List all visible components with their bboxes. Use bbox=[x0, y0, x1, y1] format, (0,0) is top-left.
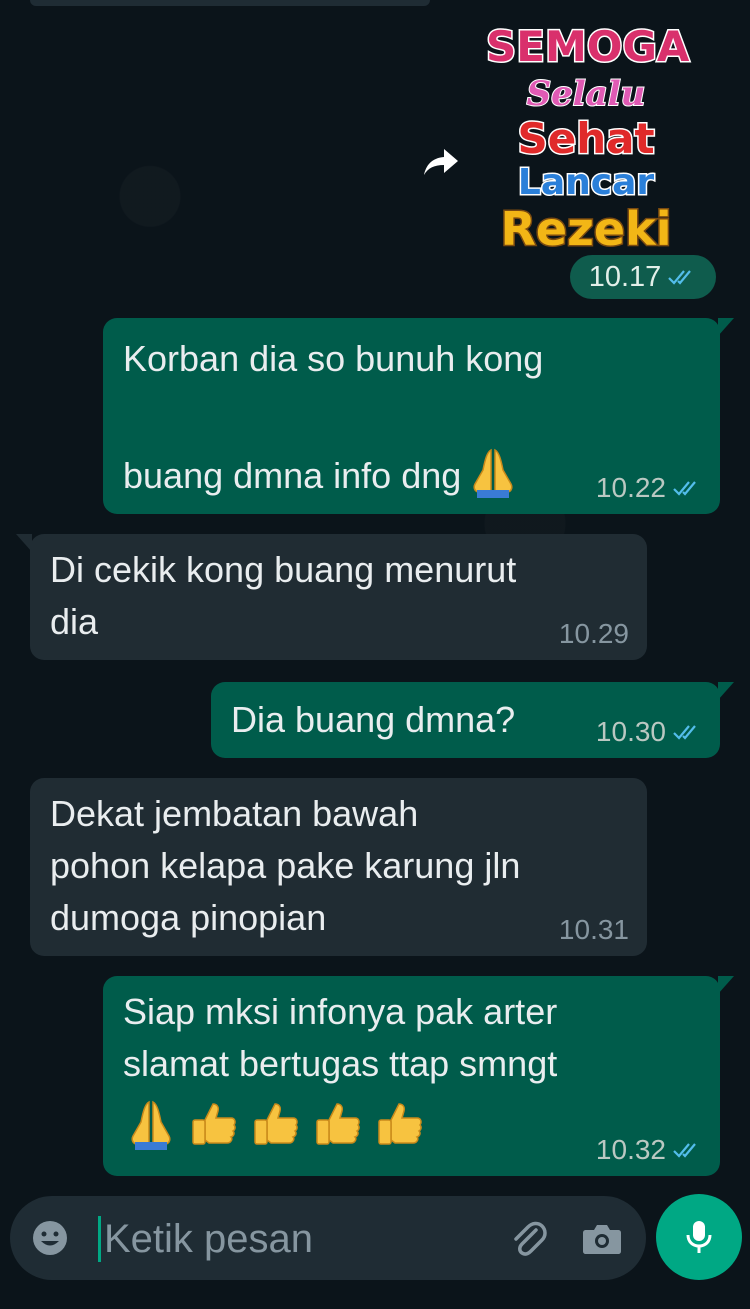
emoji-button[interactable] bbox=[28, 1216, 72, 1260]
emoji-row bbox=[125, 1098, 435, 1150]
sticker-line-4: Lancar bbox=[516, 161, 655, 205]
message-meta: 10.31 bbox=[559, 912, 629, 948]
sticker-line-3: Sehat bbox=[516, 113, 656, 165]
voice-record-button[interactable] bbox=[656, 1194, 742, 1280]
read-receipt-icon bbox=[673, 725, 696, 740]
message-composer bbox=[10, 1196, 646, 1280]
message-text: Dekat jembatan bawah pohon kelapa pake k… bbox=[50, 793, 521, 938]
message-time: 10.29 bbox=[558, 618, 629, 649]
read-receipt-icon bbox=[673, 481, 696, 496]
message-time: 10.17 bbox=[588, 260, 662, 293]
incoming-message[interactable]: Di cekik kong buang menurut dia 10.29 bbox=[16, 534, 647, 660]
message-time: 10.32 bbox=[595, 1134, 666, 1165]
previous-message-edge bbox=[30, 0, 430, 6]
message-text: Korban dia so bunuh kong buang dmna info… bbox=[123, 338, 544, 498]
thumbs-up-icon bbox=[373, 1098, 425, 1150]
text-cursor bbox=[98, 1216, 101, 1262]
message-input[interactable] bbox=[102, 1210, 496, 1268]
message-meta: 10.30 bbox=[596, 714, 702, 750]
emoji-icon bbox=[33, 1221, 67, 1255]
outgoing-message[interactable]: Dia buang dmna? 10.30 bbox=[211, 682, 734, 758]
forward-arrow-icon bbox=[424, 149, 458, 175]
message-meta: 10.22 bbox=[596, 470, 702, 506]
folded-hands-icon bbox=[467, 388, 519, 498]
sticker-line-5: Rezeki bbox=[499, 201, 673, 258]
sticker-line-1: SEMOGA bbox=[485, 21, 691, 73]
attach-button[interactable] bbox=[506, 1216, 550, 1260]
thumbs-up-icon bbox=[311, 1098, 363, 1150]
outgoing-message[interactable]: Korban dia so bunuh kong buang dmna info… bbox=[103, 318, 734, 514]
thumbs-up-icon bbox=[187, 1098, 239, 1150]
message-text: Siap mksi infonya pak arter slamat bertu… bbox=[123, 991, 558, 1084]
message-meta: 10.29 bbox=[559, 616, 629, 652]
sticker-timestamp: 10.17 bbox=[570, 255, 716, 299]
incoming-message[interactable]: Dekat jembatan bawah pohon kelapa pake k… bbox=[30, 778, 647, 956]
folded-hands-icon bbox=[125, 1098, 177, 1150]
camera-icon bbox=[583, 1225, 621, 1254]
forward-button[interactable] bbox=[420, 142, 464, 182]
attach-icon bbox=[514, 1221, 547, 1256]
message-time: 10.22 bbox=[595, 472, 666, 503]
message-time: 10.30 bbox=[595, 716, 666, 747]
read-receipt-icon bbox=[668, 270, 692, 285]
read-receipt-icon bbox=[673, 1143, 696, 1158]
outgoing-message[interactable]: Siap mksi infonya pak arter slamat bertu… bbox=[103, 976, 734, 1176]
sticker-line-2: Selalu bbox=[526, 73, 647, 115]
message-time: 10.31 bbox=[558, 914, 629, 945]
message-meta: 10.32 bbox=[596, 1132, 702, 1168]
mic-icon bbox=[686, 1221, 712, 1253]
message-text: Di cekik kong buang menurut dia bbox=[50, 549, 517, 642]
message-text: Dia buang dmna? bbox=[231, 699, 516, 740]
thumbs-up-icon bbox=[249, 1098, 301, 1150]
camera-button[interactable] bbox=[580, 1216, 624, 1260]
sticker-message[interactable]: SEMOGA Selalu Sehat Lancar Rezeki bbox=[485, 21, 691, 258]
